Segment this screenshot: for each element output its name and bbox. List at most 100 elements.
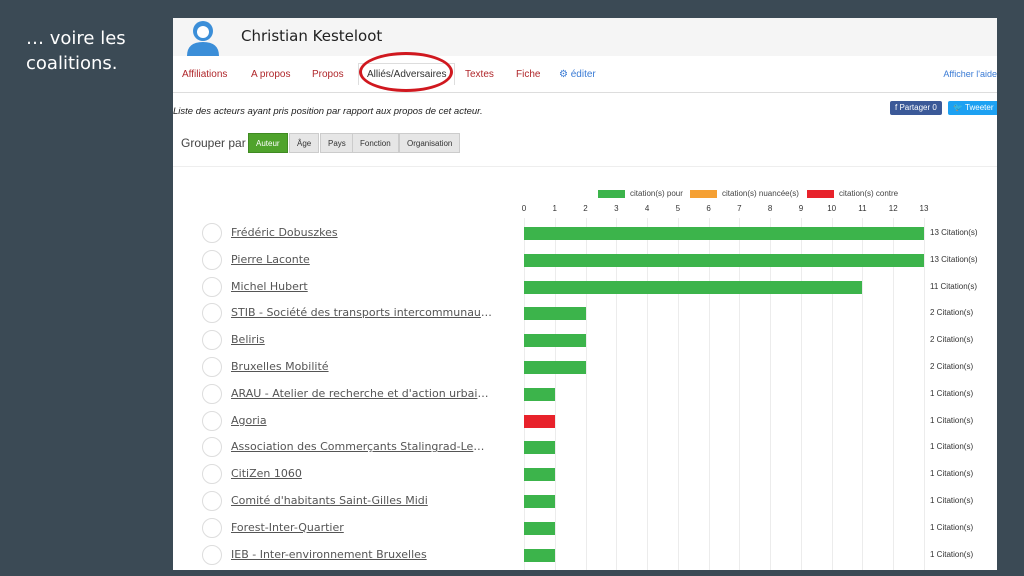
legend-label-nuancee: citation(s) nuancée(s) xyxy=(722,189,799,199)
x-tick-label: 10 xyxy=(827,204,837,213)
tab-textes[interactable]: Textes xyxy=(465,69,494,80)
actor-avatar-placeholder xyxy=(202,276,222,297)
citation-count-label: 1 Citation(s) xyxy=(930,496,974,505)
actor-link[interactable]: Comité d'habitants Saint-Gilles Midi xyxy=(231,494,428,507)
actor-link[interactable]: Association des Commerçants Stalingrad-L… xyxy=(231,440,495,453)
citation-bar xyxy=(524,307,586,321)
facebook-share-button[interactable]: f Partager 0 xyxy=(890,101,942,115)
citation-count-label: 1 Citation(s) xyxy=(930,522,974,532)
gridline xyxy=(862,218,864,570)
tab-a-propos[interactable]: A propos xyxy=(251,69,290,80)
citation-bar xyxy=(524,334,586,348)
citation-bar xyxy=(524,414,555,428)
gridline xyxy=(739,218,741,570)
group-by-organisation-button[interactable]: Organisation xyxy=(399,133,461,153)
citation-count-label: 1 Citation(s) xyxy=(930,415,974,425)
actor-link[interactable]: Pierre Laconte xyxy=(231,253,310,266)
citation-bar xyxy=(524,387,555,401)
citation-bar xyxy=(524,495,555,508)
actor-avatar-placeholder xyxy=(202,330,222,351)
gridline xyxy=(554,218,556,570)
slide-caption: … voire les coalitions. xyxy=(26,26,126,76)
tab-editer-label: éditer xyxy=(570,69,596,80)
actor-link[interactable]: ARAU - Atelier de recherche et d'action … xyxy=(231,387,495,400)
actor-link[interactable]: IEB - Inter-environnement Bruxelles xyxy=(231,548,427,561)
group-by-age-button[interactable]: Âge xyxy=(289,133,320,153)
user-avatar-icon xyxy=(187,21,219,56)
help-link[interactable]: Afficher l'aide xyxy=(943,69,997,79)
gridline xyxy=(831,218,833,570)
tab-bar: Affiliations A propos Propos Alliés/Adve… xyxy=(173,56,997,93)
citation-count-label: 2 Citation(s) xyxy=(930,362,974,371)
citation-count-label: 11 Citation(s) xyxy=(930,281,977,291)
actor-link[interactable]: Agoria xyxy=(231,414,267,427)
group-by-auteur-button[interactable]: Auteur xyxy=(248,133,288,153)
browser-page: Christian Kesteloot Affiliations A propo… xyxy=(173,18,997,570)
citation-bar xyxy=(524,548,555,562)
gridline xyxy=(893,218,895,570)
gridline xyxy=(647,218,649,570)
x-tick-label: 7 xyxy=(737,204,742,213)
citation-count-label: 1 Citation(s) xyxy=(930,549,974,559)
actor-link[interactable]: STIB - Société des transports intercommu… xyxy=(231,306,495,319)
gears-icon: ⚙ xyxy=(559,69,568,80)
gridline xyxy=(708,218,710,570)
citation-count-label: 13 Citation(s) xyxy=(930,254,978,264)
legend-swatch-contre xyxy=(807,189,834,198)
x-tick-label: 1 xyxy=(552,204,557,213)
twitter-icon: 🐦 xyxy=(953,103,963,112)
citation-bar xyxy=(524,521,555,535)
tab-affiliations[interactable]: Affiliations xyxy=(182,69,227,80)
actor-avatar-placeholder xyxy=(202,437,222,458)
x-tick-label: 11 xyxy=(858,204,867,213)
tab-allies-adversaires[interactable]: Alliés/Adversaires xyxy=(358,63,456,85)
twitter-share-button[interactable]: 🐦 Tweeter xyxy=(948,101,997,115)
x-tick-label: 6 xyxy=(706,204,711,213)
actor-avatar-placeholder xyxy=(202,544,222,565)
facebook-icon: f xyxy=(895,103,898,112)
actor-link[interactable]: Frédéric Dobuszkes xyxy=(231,226,338,239)
citation-count-label: 1 Citation(s) xyxy=(930,442,974,452)
actor-name: Christian Kesteloot xyxy=(241,27,383,45)
actor-link[interactable]: Forest-Inter-Quartier xyxy=(231,521,344,534)
x-tick-label: 0 xyxy=(521,204,527,213)
group-by-fonction-button[interactable]: Fonction xyxy=(352,133,399,153)
caption-line-1: … voire les xyxy=(26,28,126,49)
citation-count-label: 1 Citation(s) xyxy=(930,388,974,398)
gridline xyxy=(800,218,802,570)
legend-nuancee: citation(s) nuancée(s) xyxy=(690,185,799,199)
actor-avatar-placeholder xyxy=(202,464,222,485)
actor-header: Christian Kesteloot xyxy=(173,18,997,56)
legend-label-pour: citation(s) pour xyxy=(630,189,683,199)
actor-avatar-placeholder xyxy=(202,303,222,324)
gridline xyxy=(677,218,679,570)
x-tick-label: 4 xyxy=(644,204,650,213)
gridline xyxy=(585,218,587,570)
citation-bar xyxy=(524,468,555,482)
actor-link[interactable]: CitiZen 1060 xyxy=(231,467,302,480)
actor-avatar-placeholder xyxy=(202,357,222,377)
actor-avatar-placeholder xyxy=(202,491,222,511)
legend-pour: citation(s) pour xyxy=(598,185,683,199)
legend-swatch-nuancee xyxy=(690,189,717,198)
actor-link[interactable]: Beliris xyxy=(231,333,265,346)
page-description: Liste des acteurs ayant pris position pa… xyxy=(173,106,483,117)
caption-line-2: coalitions. xyxy=(26,53,118,74)
citation-count-label: 1 Citation(s) xyxy=(930,469,974,479)
group-by-pays-button[interactable]: Pays xyxy=(320,133,354,153)
actor-avatar-placeholder xyxy=(202,223,222,243)
actor-avatar-placeholder xyxy=(202,410,222,431)
tab-editer[interactable]: ⚙ éditer xyxy=(559,69,596,80)
tab-propos[interactable]: Propos xyxy=(312,69,344,80)
gridline xyxy=(924,218,925,570)
gridline xyxy=(616,218,618,570)
citation-count-label: 2 Citation(s) xyxy=(930,308,974,318)
legend-swatch-pour xyxy=(598,189,625,198)
x-tick-label: 3 xyxy=(614,204,619,213)
x-tick-label: 5 xyxy=(675,204,681,213)
tab-fiche[interactable]: Fiche xyxy=(516,69,540,80)
actor-link[interactable]: Bruxelles Mobilité xyxy=(231,360,329,373)
x-tick-label: 9 xyxy=(798,204,804,213)
actor-link[interactable]: Michel Hubert xyxy=(231,280,308,293)
citation-bar xyxy=(524,441,555,455)
